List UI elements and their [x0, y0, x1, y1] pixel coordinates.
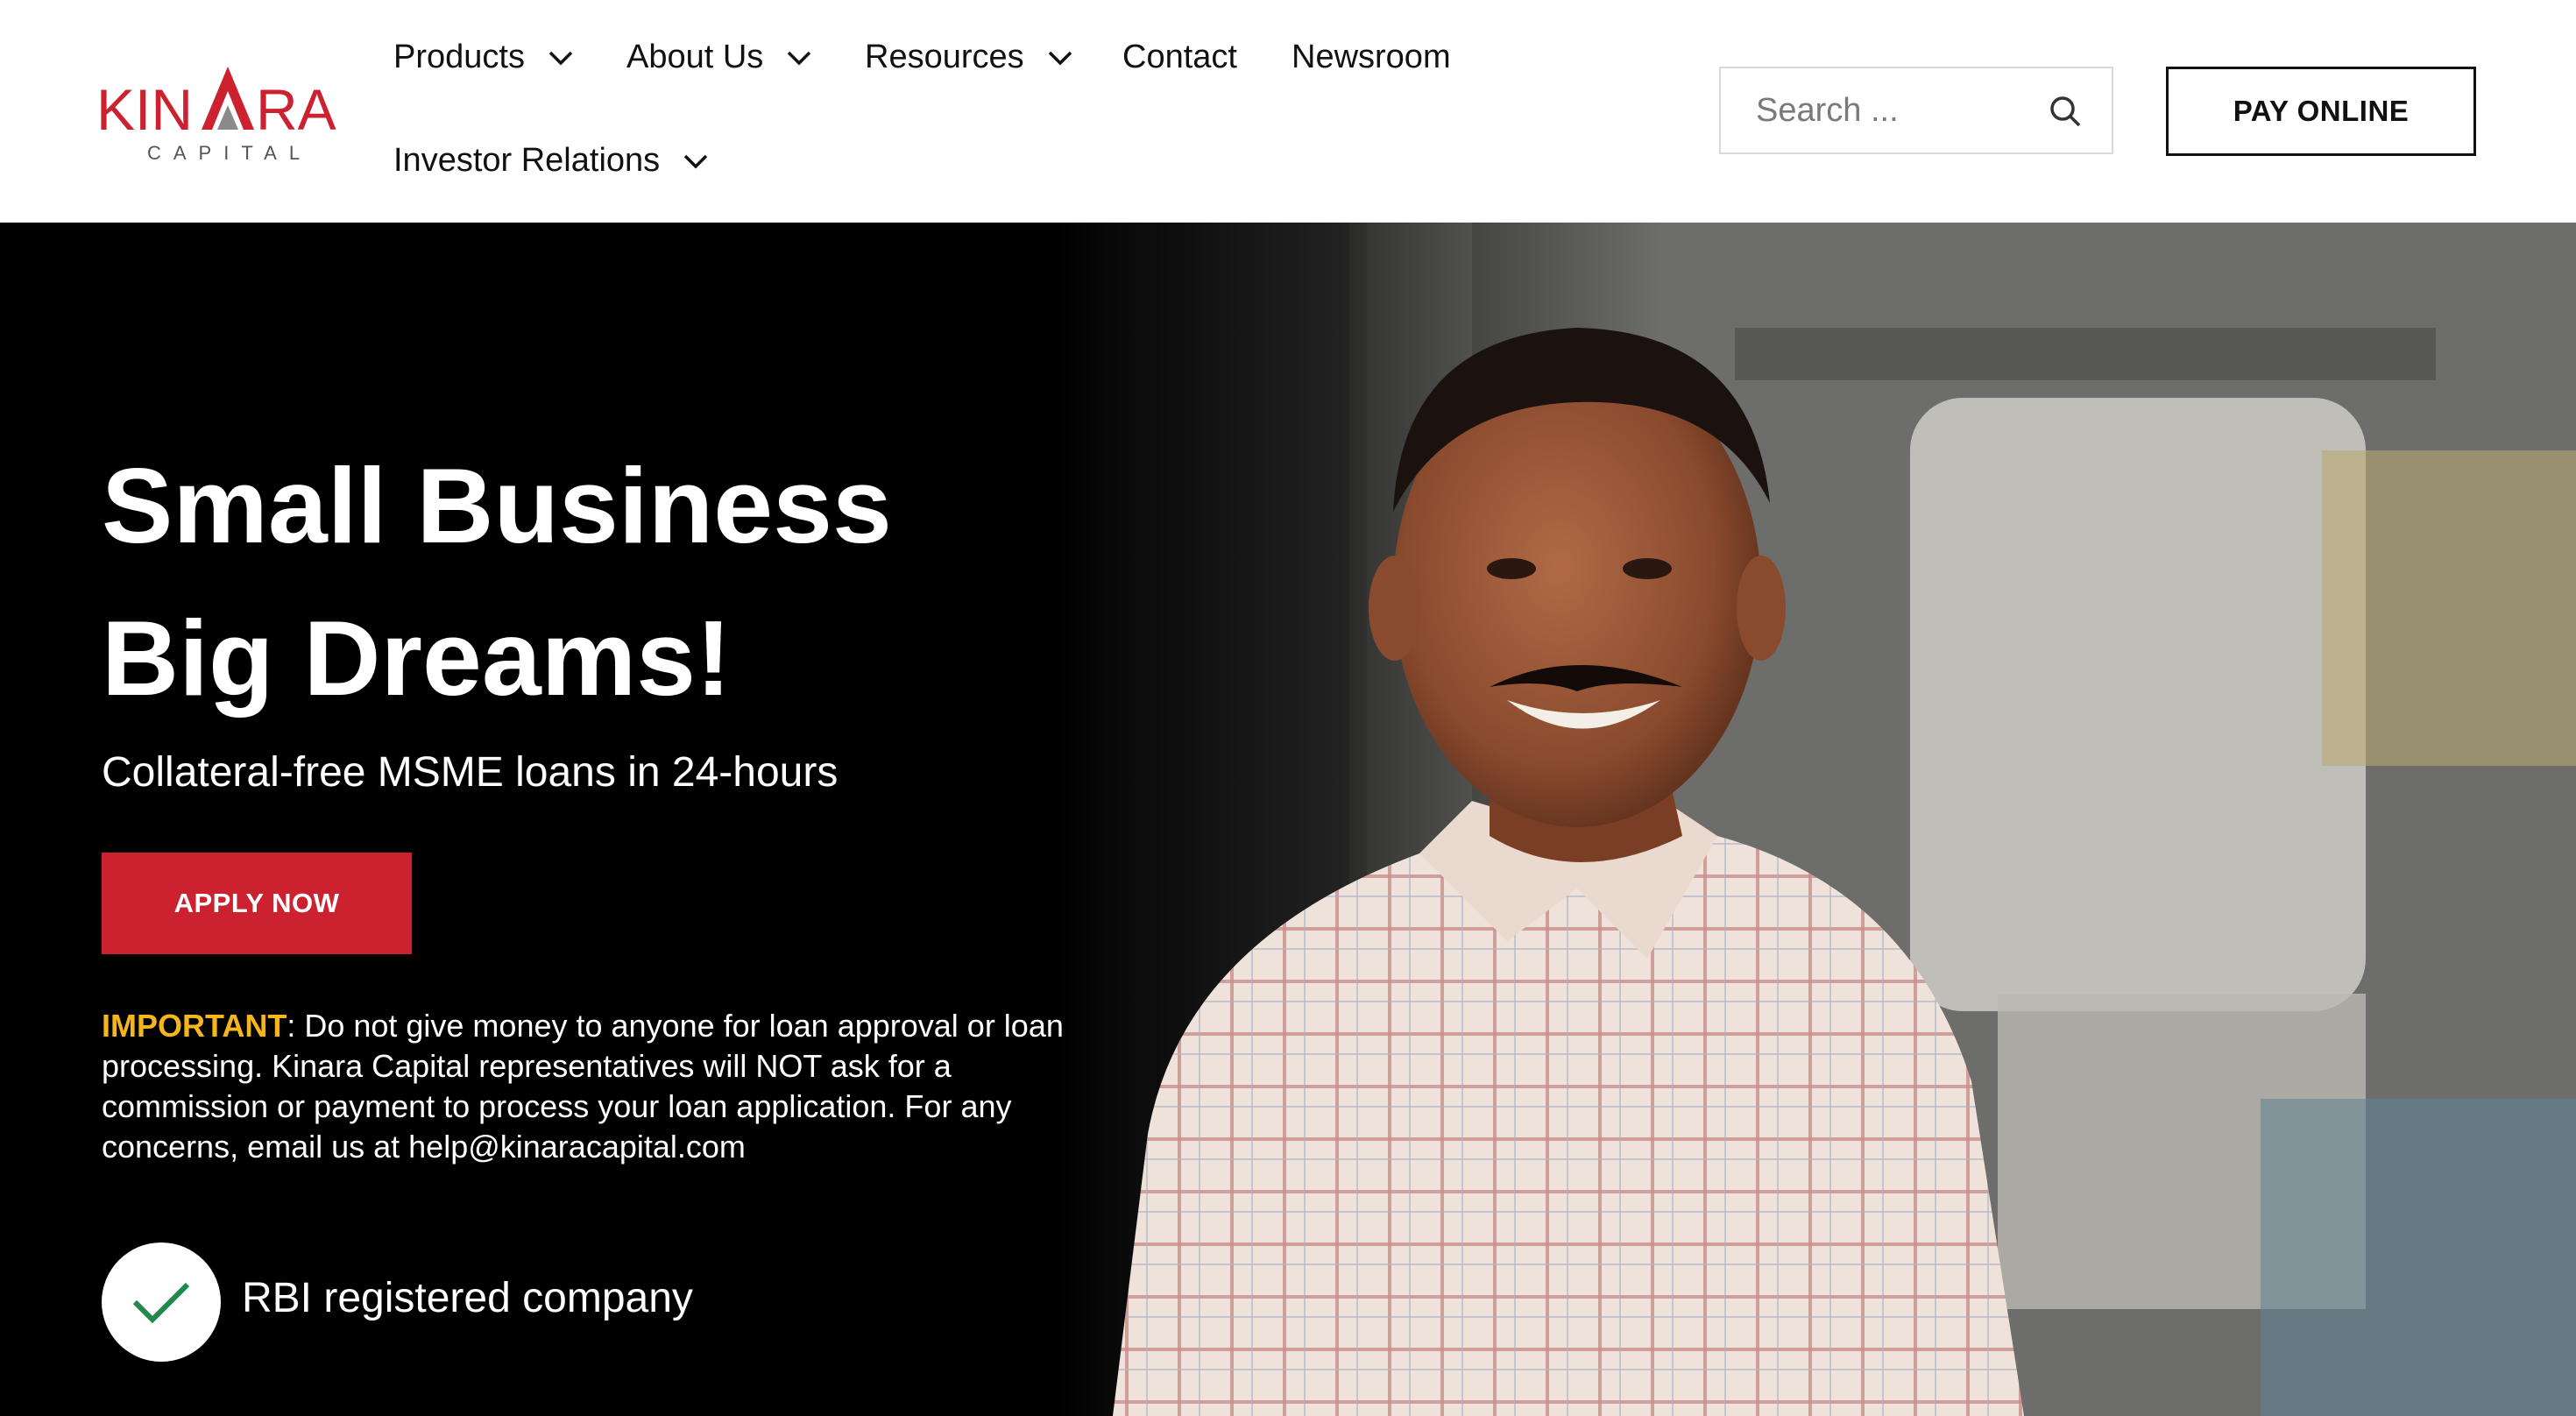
nav-about-us-label: About Us [626, 39, 764, 75]
logo-a-mark [202, 67, 254, 130]
search-icon[interactable] [2049, 95, 2082, 128]
chevron-down-icon [548, 49, 574, 67]
important-notice: IMPORTANT: Do not give money to anyone f… [102, 1006, 1100, 1167]
nav-resources[interactable]: Resources [865, 39, 1073, 76]
chevron-down-icon [683, 152, 709, 170]
hero-title: Small Business Big Dreams! [102, 429, 892, 734]
checkmark-icon [132, 1282, 190, 1324]
logo-wordmark-kin: KIN [96, 77, 193, 142]
hero-subtitle: Collateral-free MSME loans in 24-hours [102, 749, 839, 796]
rbi-badge [102, 1243, 221, 1362]
hero-banner: Small Business Big Dreams! Collateral-fr… [0, 223, 2576, 1416]
nav-newsroom-label: Newsroom [1292, 39, 1451, 75]
kinara-capital-logo[interactable]: KIN RA CAPITAL [96, 61, 350, 166]
search-box [1719, 67, 2113, 154]
logo-subtitle: CAPITAL [147, 142, 312, 164]
rbi-registered-text: RBI registered company [242, 1275, 693, 1321]
nav-contact-label: Contact [1122, 39, 1237, 75]
nav-about-us[interactable]: About Us [626, 39, 812, 76]
apply-now-button[interactable]: APPLY NOW [102, 853, 412, 954]
nav-resources-label: Resources [865, 39, 1024, 75]
site-header: KIN RA CAPITAL Products About Us Resourc… [0, 0, 2576, 223]
chevron-down-icon [786, 49, 812, 67]
nav-investor-relations[interactable]: Investor Relations [393, 142, 709, 180]
hero-title-line2: Big Dreams! [102, 598, 732, 718]
hero-title-line1: Small Business [102, 446, 892, 565]
notice-label: IMPORTANT [102, 1008, 287, 1044]
logo-wordmark-ra: RA [256, 77, 336, 142]
pay-online-button[interactable]: PAY ONLINE [2166, 67, 2476, 156]
nav-investor-relations-label: Investor Relations [393, 142, 661, 179]
search-input[interactable] [1721, 68, 2054, 152]
chevron-down-icon [1047, 49, 1073, 67]
page: KIN RA CAPITAL Products About Us Resourc… [0, 0, 2576, 1416]
nav-contact[interactable]: Contact [1122, 39, 1237, 76]
smiling-man-photo [1051, 223, 2576, 1416]
nav-products-label: Products [393, 39, 525, 75]
nav-products[interactable]: Products [393, 39, 574, 76]
nav-newsroom[interactable]: Newsroom [1292, 39, 1451, 76]
